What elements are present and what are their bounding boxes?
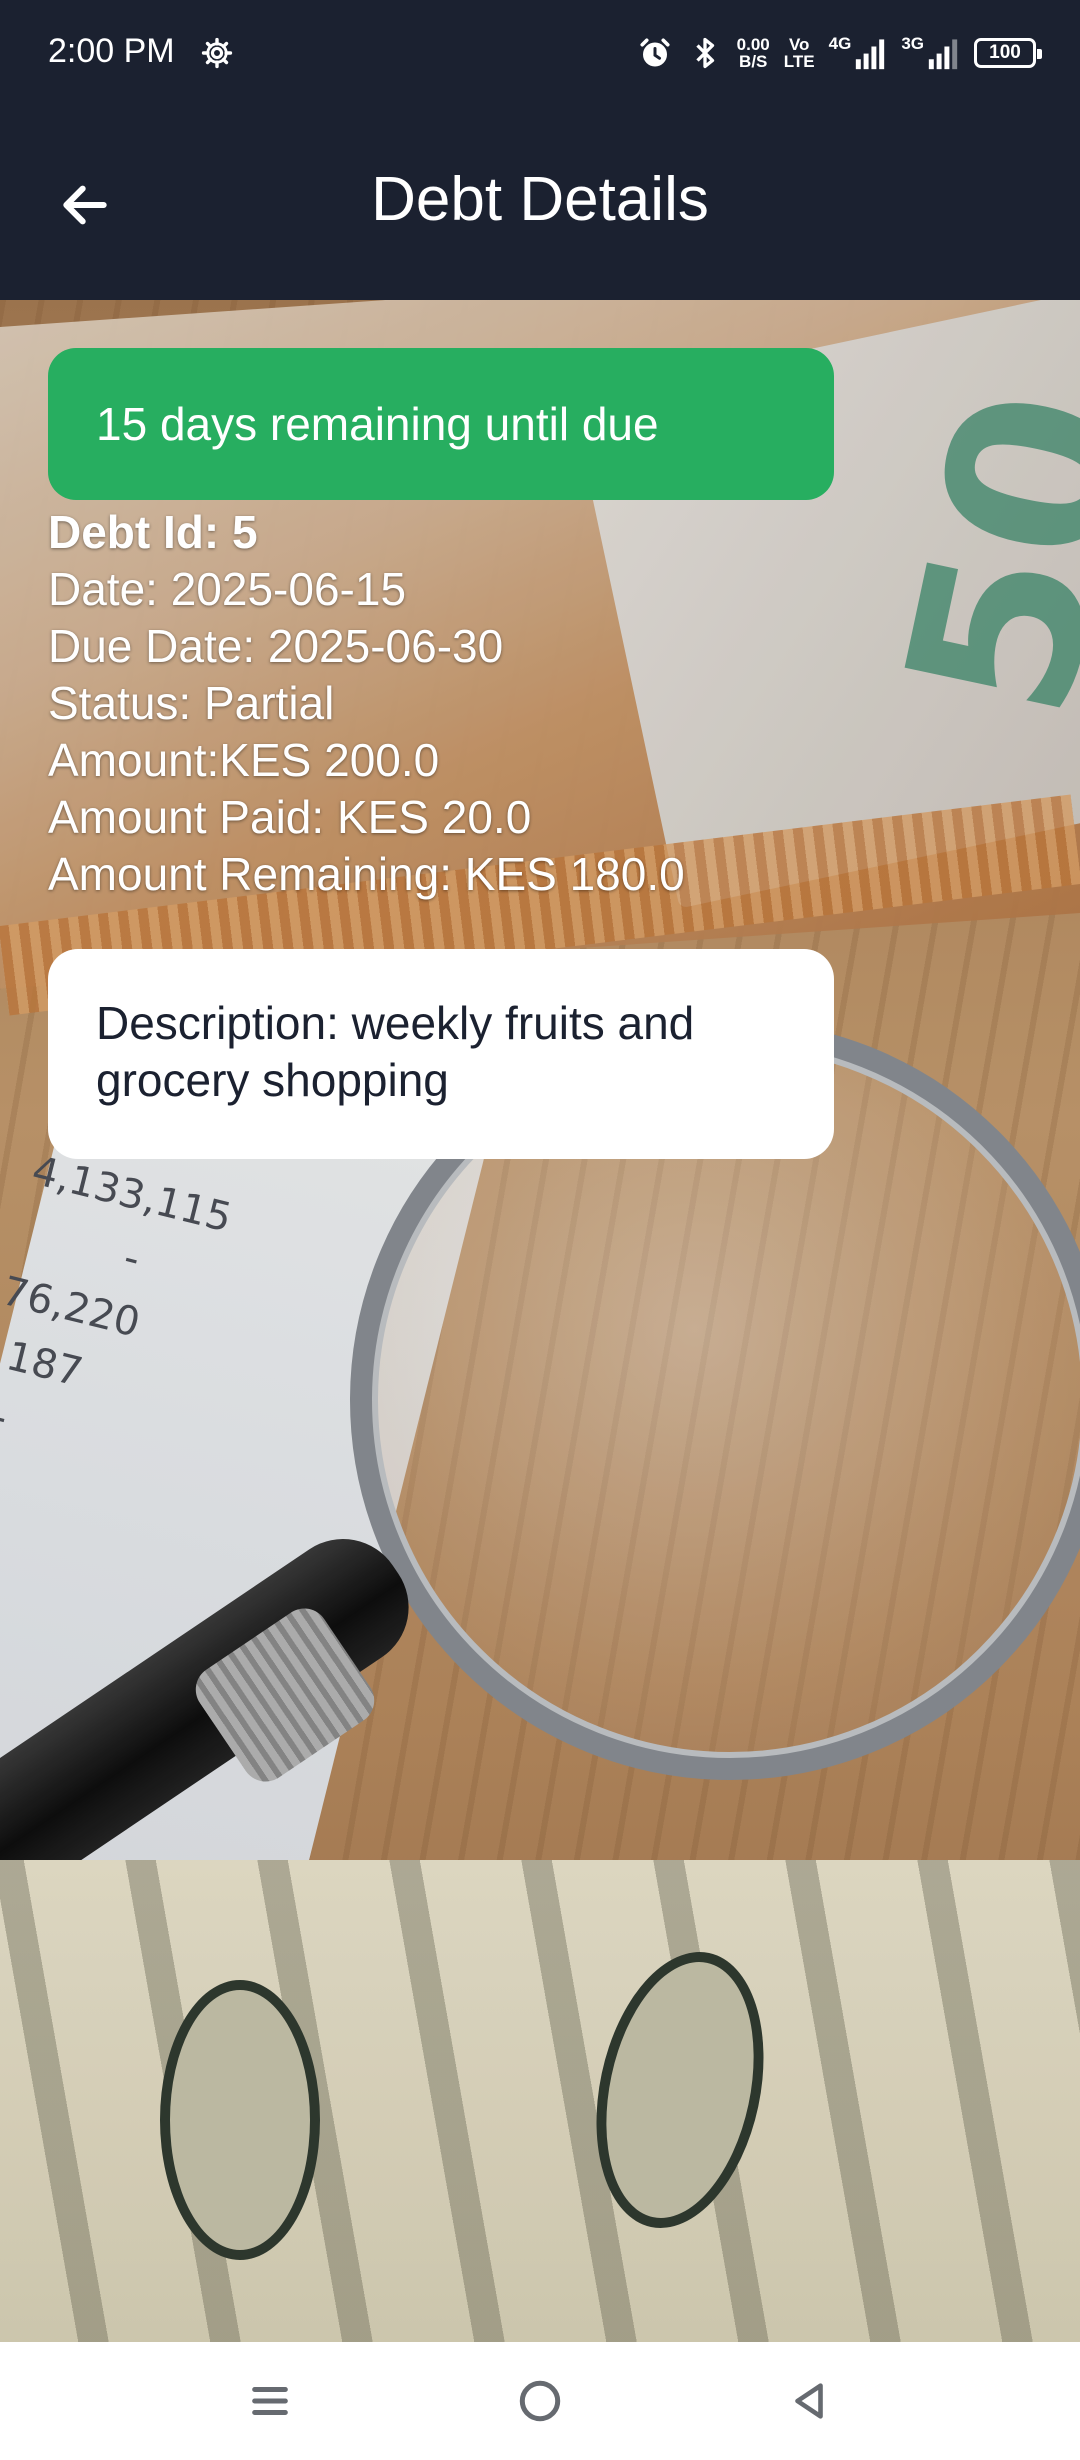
status-time: 2:00 PM (48, 32, 175, 70)
description-card: Description: weekly fruits and grocery s… (48, 949, 834, 1159)
status-bar: 2:00 PM 0.00 B/S Vo LTE 4G 3G 100 (0, 0, 1080, 110)
volte-bottom: LTE (783, 52, 815, 71)
system-navigation-bar (0, 2342, 1080, 2460)
due-status-text: 15 days remaining until due (96, 398, 659, 450)
menu-icon (252, 2387, 288, 2415)
debt-status: Status: Partial (48, 677, 335, 729)
volte-top: Vo (788, 35, 810, 54)
network-speed-unit: B/S (739, 52, 768, 71)
back-triangle-icon (795, 2383, 823, 2419)
content-area: 50 4,133,115 - 76,220 187 - 15 days rema… (0, 300, 1080, 2342)
network-speed-value: 0.00 (736, 35, 770, 54)
alarm-icon (640, 38, 670, 67)
app-bar: Debt Details (0, 110, 1080, 300)
debt-details: Debt Id: 5 Date: 2025-06-15 Due Date: 20… (48, 504, 685, 903)
system-back-button[interactable] (772, 2364, 846, 2438)
debt-due-date: Due Date: 2025-06-30 (48, 620, 504, 672)
sim2-label: 3G (901, 34, 924, 53)
signal-bars-icon (856, 39, 885, 70)
debt-date: Date: 2025-06-15 (48, 563, 407, 615)
sim1-signal: 4G (829, 34, 888, 72)
debt-amount: Amount:KES 200.0 (48, 734, 440, 786)
network-speed: 0.00 B/S (737, 36, 770, 70)
signal-bars-icon (928, 39, 958, 70)
page-title: Debt Details (371, 165, 709, 234)
debt-amount-remaining: Amount Remaining: KES 180.0 (48, 848, 685, 900)
sim1-label: 4G (828, 34, 852, 53)
home-button[interactable] (503, 2364, 577, 2438)
debt-amount-paid: Amount Paid: KES 20.0 (48, 791, 532, 843)
header: 2:00 PM 0.00 B/S Vo LTE 4G 3G 100 Debt D… (0, 0, 1080, 300)
recents-button[interactable] (233, 2364, 307, 2438)
description-text: Description: weekly fruits and grocery s… (96, 997, 695, 1106)
settings-gear-icon (201, 37, 233, 69)
volte-indicator: Vo LTE (784, 36, 815, 70)
bluetooth-icon (696, 37, 714, 69)
debt-id: Debt Id: 5 (48, 506, 258, 558)
sim2-signal: 3G (901, 34, 960, 72)
battery-level: 100 (989, 42, 1021, 63)
home-circle-icon (519, 2380, 561, 2422)
due-status-banner: 15 days remaining until due (48, 348, 834, 500)
status-icons: 0.00 B/S Vo LTE 4G 3G 100 (637, 30, 1042, 76)
battery-icon: 100 (974, 38, 1042, 68)
